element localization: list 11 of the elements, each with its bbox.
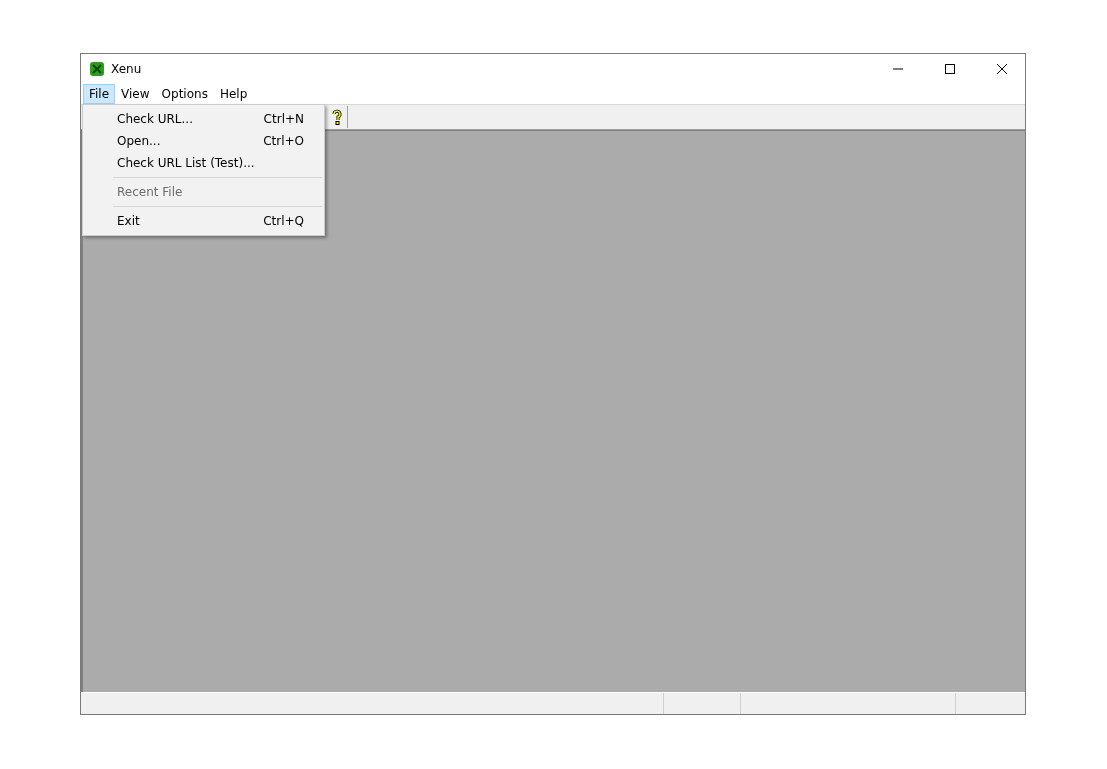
close-icon	[997, 63, 1007, 74]
menu-item[interactable]: View	[115, 83, 156, 104]
menu-item[interactable]: File	[83, 83, 116, 104]
menu-item[interactable]: Options	[155, 83, 214, 104]
menu-entry[interactable]: Check URL List (Test)...	[83, 152, 324, 174]
window-title: Xenu	[111, 61, 143, 76]
menu-item[interactable]: Help	[213, 83, 254, 104]
menu-entry[interactable]: Open... Ctrl+O	[83, 130, 324, 152]
app-logo-icon	[89, 60, 105, 77]
menu-entry[interactable]: Exit Ctrl+Q	[83, 210, 324, 232]
maximize-icon	[945, 63, 955, 74]
